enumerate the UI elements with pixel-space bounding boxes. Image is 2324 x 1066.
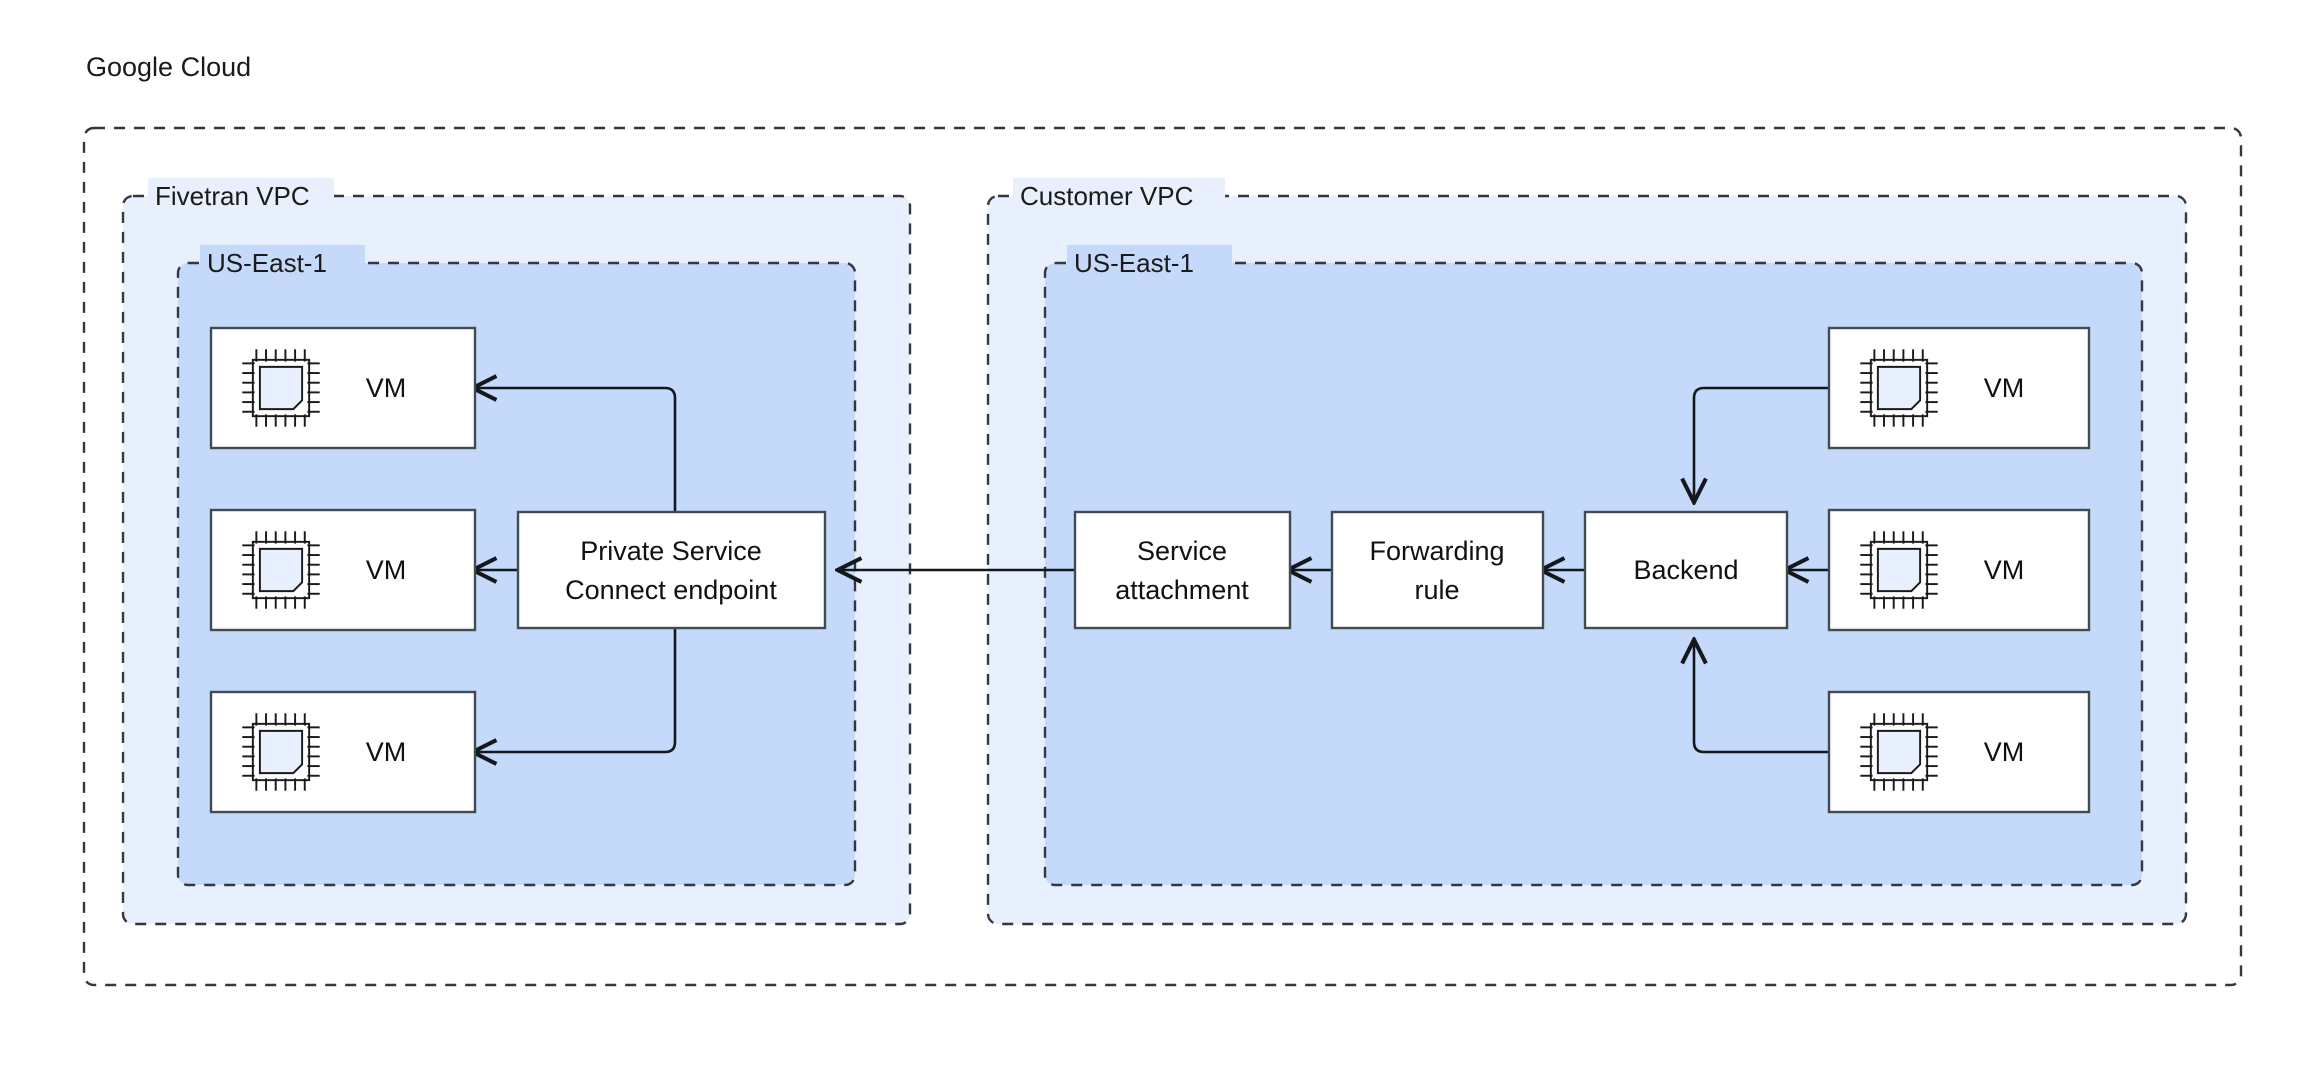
psc-endpoint-label-line1: Private Service: [580, 536, 762, 566]
ft-vm-2-label: VM: [366, 555, 407, 585]
cust-vm-1-label: VM: [1984, 373, 2025, 403]
node-cust-vm-2[interactable]: VM: [1827, 508, 2091, 632]
service-attachment-box[interactable]: [1073, 510, 1292, 630]
node-forwarding-rule[interactable]: Forwarding rule: [1330, 510, 1545, 630]
forwarding-rule-label-line2: rule: [1414, 575, 1459, 605]
google-cloud-title: Google Cloud: [86, 52, 251, 82]
architecture-diagram: Google Cloud Fivetran VPC US-East-1 Cust…: [76, 44, 2243, 987]
node-cust-vm-3[interactable]: VM: [1827, 690, 2091, 814]
customer-region-label: US-East-1: [1074, 248, 1194, 278]
customer-vpc-label: Customer VPC: [1020, 181, 1193, 211]
fivetran-region-label: US-East-1: [207, 248, 327, 278]
node-backend[interactable]: Backend: [1583, 510, 1789, 630]
node-ft-vm-2[interactable]: VM: [209, 508, 477, 632]
service-attachment-label-line1: Service: [1137, 536, 1227, 566]
backend-label: Backend: [1633, 555, 1738, 585]
ft-vm-1-box[interactable]: [209, 326, 477, 450]
diagram-canvas: Google Cloud Fivetran VPC US-East-1 Cust…: [0, 0, 2324, 1066]
service-attachment-label-line2: attachment: [1115, 575, 1249, 605]
cust-vm-2-box[interactable]: [1827, 508, 2091, 632]
node-ft-vm-1[interactable]: VM: [209, 326, 477, 450]
fivetran-vpc-label: Fivetran VPC: [155, 181, 310, 211]
node-psc-endpoint[interactable]: Private Service Connect endpoint: [516, 510, 827, 630]
psc-endpoint-box[interactable]: [516, 510, 827, 630]
psc-endpoint-label-line2: Connect endpoint: [565, 575, 777, 605]
node-service-attachment[interactable]: Service attachment: [1073, 510, 1292, 630]
ft-vm-1-label: VM: [366, 373, 407, 403]
cust-vm-2-label: VM: [1984, 555, 2025, 585]
ft-vm-3-label: VM: [366, 737, 407, 767]
node-ft-vm-3[interactable]: VM: [209, 690, 477, 814]
ft-vm-2-box[interactable]: [209, 508, 477, 632]
cust-vm-3-label: VM: [1984, 737, 2025, 767]
cust-vm-3-box[interactable]: [1827, 690, 2091, 814]
ft-vm-3-box[interactable]: [209, 690, 477, 814]
cust-vm-1-box[interactable]: [1827, 326, 2091, 450]
node-cust-vm-1[interactable]: VM: [1827, 326, 2091, 450]
forwarding-rule-box[interactable]: [1330, 510, 1545, 630]
forwarding-rule-label-line1: Forwarding: [1369, 536, 1504, 566]
